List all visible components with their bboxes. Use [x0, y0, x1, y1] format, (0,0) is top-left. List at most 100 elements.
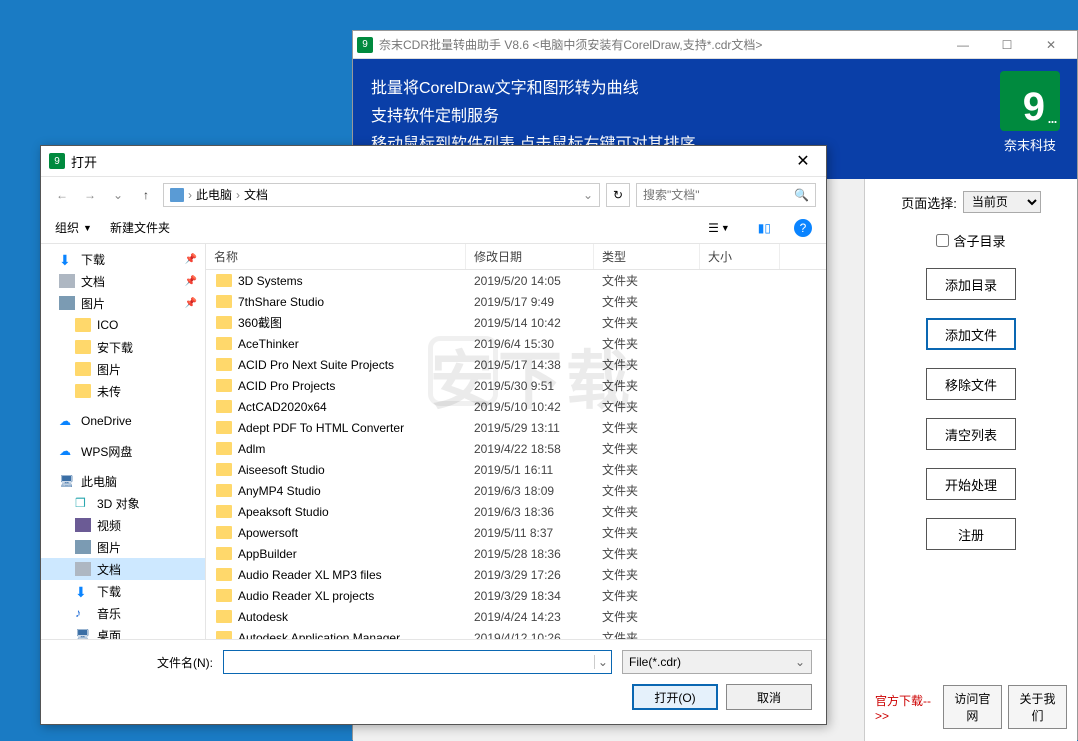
remove-file-button[interactable]: 移除文件 [926, 368, 1016, 400]
tree-item[interactable]: ☁OneDrive [41, 410, 205, 432]
tree-item[interactable]: 文档📌 [41, 270, 205, 292]
ico-music-icon: ♪ [75, 606, 91, 620]
chevron-down-icon: ▼ [83, 223, 92, 233]
tree-item[interactable]: 图片 [41, 536, 205, 558]
filename-dropdown-icon[interactable]: ⌄ [594, 655, 611, 669]
col-name[interactable]: 名称 [206, 244, 466, 269]
pin-icon: 📌 [185, 254, 201, 265]
filename-input-wrap[interactable]: ⌄ [223, 650, 612, 674]
chevron-down-icon[interactable]: ⌄ [583, 188, 593, 202]
file-list[interactable]: 3D Systems2019/5/20 14:05文件夹7thShare Stu… [206, 270, 826, 639]
maximize-button[interactable]: ☐ [985, 31, 1029, 59]
about-button[interactable]: 关于我们 [1008, 685, 1067, 729]
nav-dropdown-icon[interactable]: ⌄ [107, 184, 129, 206]
nav-forward-icon[interactable]: → [79, 184, 101, 206]
tree-item[interactable]: 文档 [41, 558, 205, 580]
breadcrumb[interactable]: › 此电脑 › 文档 ⌄ [163, 183, 600, 207]
fld-icon [75, 384, 91, 398]
file-row[interactable]: 7thShare Studio2019/5/17 9:49文件夹 [206, 291, 826, 312]
nav-up-icon[interactable]: ↑ [135, 184, 157, 206]
file-row[interactable]: 360截图2019/5/14 10:42文件夹 [206, 312, 826, 333]
nav-back-icon[interactable]: ← [51, 184, 73, 206]
file-date: 2019/4/22 18:58 [466, 442, 594, 456]
file-row[interactable]: Apeaksoft Studio2019/6/3 18:36文件夹 [206, 501, 826, 522]
file-open-dialog: 9 打开 ✕ ← → ⌄ ↑ › 此电脑 › 文档 ⌄ ↻ 🔍 组织 ▼ 新建文… [40, 145, 827, 725]
refresh-button[interactable]: ↻ [606, 183, 630, 207]
file-row[interactable]: Audio Reader XL MP3 files2019/3/29 17:26… [206, 564, 826, 585]
col-date[interactable]: 修改日期 [466, 244, 594, 269]
col-type[interactable]: 类型 [594, 244, 700, 269]
filter-text: File(*.cdr) [629, 655, 681, 669]
file-row[interactable]: Autodesk Application Manager2019/4/12 10… [206, 627, 826, 639]
search-icon[interactable]: 🔍 [794, 188, 809, 202]
folder-icon [216, 274, 232, 287]
tree-item[interactable]: ♪音乐 [41, 602, 205, 624]
search-input[interactable] [643, 188, 790, 202]
file-date: 2019/5/10 10:42 [466, 400, 594, 414]
chevron-right-icon: › [188, 188, 192, 202]
tree-item[interactable]: ❒3D 对象 [41, 492, 205, 514]
tree-item[interactable]: 🖥桌面 [41, 624, 205, 639]
view-mode-button[interactable]: ☰ ▼ [703, 218, 735, 238]
nav-tree[interactable]: ⬇下载📌文档📌图片📌ICO安下载图片未传☁OneDrive☁WPS网盘🖥此电脑❒… [41, 244, 206, 639]
new-folder-button[interactable]: 新建文件夹 [110, 219, 170, 236]
tree-item[interactable]: 图片📌 [41, 292, 205, 314]
tree-item[interactable]: ⬇下载 [41, 580, 205, 602]
file-row[interactable]: 3D Systems2019/5/20 14:05文件夹 [206, 270, 826, 291]
file-row[interactable]: ACID Pro Projects2019/5/30 9:51文件夹 [206, 375, 826, 396]
file-row[interactable]: Apowersoft2019/5/11 8:37文件夹 [206, 522, 826, 543]
file-row[interactable]: Adept PDF To HTML Converter2019/5/29 13:… [206, 417, 826, 438]
start-button[interactable]: 开始处理 [926, 468, 1016, 500]
tree-item-label: 3D 对象 [97, 495, 140, 512]
search-box[interactable]: 🔍 [636, 183, 816, 207]
file-row[interactable]: Autodesk2019/4/24 14:23文件夹 [206, 606, 826, 627]
file-row[interactable]: Audio Reader XL projects2019/3/29 18:34文… [206, 585, 826, 606]
folder-icon [216, 316, 232, 329]
register-button[interactable]: 注册 [926, 518, 1016, 550]
cancel-button[interactable]: 取消 [726, 684, 812, 710]
file-row[interactable]: Adlm2019/4/22 18:58文件夹 [206, 438, 826, 459]
tree-item[interactable]: 图片 [41, 358, 205, 380]
page-select-dropdown[interactable]: 当前页 [963, 191, 1041, 213]
organize-button[interactable]: 组织 ▼ [55, 219, 92, 236]
tree-item[interactable]: 视频 [41, 514, 205, 536]
tree-item[interactable]: ICO [41, 314, 205, 336]
tree-item[interactable]: ☁WPS网盘 [41, 440, 205, 462]
help-icon[interactable]: ? [794, 219, 812, 237]
file-row[interactable]: ActCAD2020x642019/5/10 10:42文件夹 [206, 396, 826, 417]
column-headers[interactable]: 名称 修改日期 类型 大小 [206, 244, 826, 270]
col-size[interactable]: 大小 [700, 244, 780, 269]
right-panel: 页面选择: 当前页 含子目录 添加目录 添加文件 移除文件 清空列表 开始处理 … [865, 179, 1077, 741]
file-row[interactable]: AppBuilder2019/5/28 18:36文件夹 [206, 543, 826, 564]
file-row[interactable]: ACID Pro Next Suite Projects2019/5/17 14… [206, 354, 826, 375]
add-dir-button[interactable]: 添加目录 [926, 268, 1016, 300]
breadcrumb-docs[interactable]: 文档 [244, 186, 268, 203]
open-button[interactable]: 打开(O) [632, 684, 718, 710]
minimize-button[interactable]: — [941, 31, 985, 59]
filter-dropdown[interactable]: File(*.cdr) ⌄ [622, 650, 812, 674]
file-date: 2019/5/29 13:11 [466, 421, 594, 435]
include-sub-checkbox[interactable] [936, 234, 949, 247]
tree-item[interactable]: ⬇下载📌 [41, 248, 205, 270]
file-row[interactable]: AnyMP4 Studio2019/6/3 18:09文件夹 [206, 480, 826, 501]
file-row[interactable]: Aiseesoft Studio2019/5/1 16:11文件夹 [206, 459, 826, 480]
file-date: 2019/4/12 10:26 [466, 631, 594, 640]
close-button[interactable]: ✕ [1029, 31, 1073, 59]
dialog-close-button[interactable]: ✕ [788, 150, 818, 172]
file-date: 2019/6/4 15:30 [466, 337, 594, 351]
tree-item[interactable]: 安下载 [41, 336, 205, 358]
filename-input[interactable] [224, 655, 594, 669]
tree-item[interactable]: 🖥此电脑 [41, 470, 205, 492]
file-name: 3D Systems [238, 274, 303, 288]
folder-icon [216, 295, 232, 308]
visit-site-button[interactable]: 访问官网 [943, 685, 1002, 729]
file-type: 文件夹 [594, 587, 700, 604]
clear-list-button[interactable]: 清空列表 [926, 418, 1016, 450]
include-sub-row[interactable]: 含子目录 [936, 231, 1005, 250]
tree-item[interactable]: 未传 [41, 380, 205, 402]
preview-pane-button[interactable]: ▮▯ [753, 218, 776, 238]
add-file-button[interactable]: 添加文件 [926, 318, 1016, 350]
tree-item-label: 文档 [81, 273, 105, 290]
breadcrumb-pc[interactable]: 此电脑 [196, 186, 232, 203]
file-row[interactable]: AceThinker2019/6/4 15:30文件夹 [206, 333, 826, 354]
